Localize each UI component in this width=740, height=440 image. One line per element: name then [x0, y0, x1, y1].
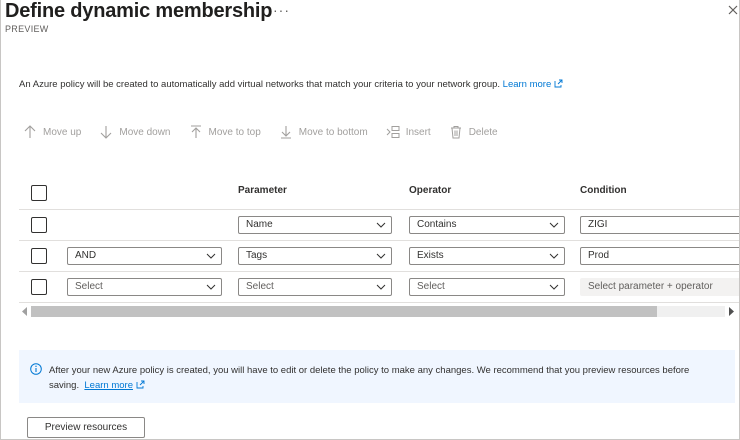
- delete-button[interactable]: Delete: [449, 125, 498, 139]
- info-icon: [30, 363, 42, 375]
- scroll-right-icon[interactable]: [728, 307, 734, 316]
- info-description: After your new Azure policy is created, …: [49, 365, 690, 391]
- condition-input: Select parameter + operator: [580, 278, 739, 296]
- info-learn-more-link[interactable]: Learn more: [82, 380, 145, 391]
- move-to-top-label: Move to top: [208, 126, 261, 138]
- chevron-down-icon: [549, 253, 559, 259]
- preview-label: PREVIEW: [5, 24, 49, 34]
- move-up-button[interactable]: Move up: [23, 125, 81, 139]
- arrow-to-top-icon: [190, 125, 201, 138]
- chevron-down-icon: [376, 222, 386, 228]
- info-learn-more-label: Learn more: [84, 380, 133, 391]
- parameter-dropdown[interactable]: Tags: [238, 247, 392, 265]
- more-options-button[interactable]: ···: [273, 2, 290, 18]
- external-link-icon: [136, 380, 145, 389]
- close-icon[interactable]: [727, 4, 739, 16]
- insert-label: Insert: [405, 126, 431, 138]
- intro-learn-more-label: Learn more: [502, 79, 552, 90]
- header-condition: Condition: [580, 185, 627, 196]
- condition-input[interactable]: Prod: [580, 247, 739, 265]
- parameter-dropdown[interactable]: Name: [238, 216, 392, 234]
- move-to-bottom-button[interactable]: Move to bottom: [279, 125, 368, 139]
- table-row: Name Contains ZIGI: [19, 210, 739, 241]
- arrow-down-icon: [100, 126, 112, 139]
- move-down-label: Move down: [119, 126, 171, 138]
- move-to-bottom-label: Move to bottom: [298, 126, 368, 138]
- move-down-button[interactable]: Move down: [99, 125, 171, 139]
- preview-resources-button[interactable]: Preview resources: [27, 417, 145, 438]
- info-text: After your new Azure policy is created, …: [49, 363, 719, 393]
- operator-dropdown[interactable]: Select: [409, 278, 565, 296]
- horizontal-scrollbar[interactable]: [19, 303, 737, 320]
- table-row: Select Select Select Select parameter + …: [19, 272, 739, 303]
- move-up-label: Move up: [43, 126, 82, 138]
- operator-dropdown[interactable]: Exists: [409, 247, 565, 265]
- intro-learn-more-link[interactable]: Learn more: [503, 79, 564, 90]
- arrow-up-icon: [24, 125, 36, 138]
- criteria-grid: Parameter Operator Condition Name Contai…: [19, 170, 739, 320]
- header-parameter: Parameter: [238, 185, 287, 196]
- chevron-down-icon: [206, 284, 216, 290]
- move-to-top-button[interactable]: Move to top: [189, 125, 261, 139]
- logic-dropdown[interactable]: Select: [67, 278, 222, 296]
- blade-frame: Define dynamic membership ··· PREVIEW An…: [0, 0, 740, 440]
- delete-label: Delete: [468, 126, 498, 138]
- condition-input[interactable]: ZIGI: [580, 216, 739, 234]
- parameter-value: Tags: [246, 250, 268, 261]
- operator-value: Contains: [417, 219, 457, 230]
- insert-row-icon: [386, 126, 400, 138]
- intro-text: An Azure policy will be created to autom…: [19, 79, 563, 90]
- select-all-checkbox[interactable]: [31, 185, 47, 201]
- row-checkbox[interactable]: [31, 217, 47, 233]
- operator-value: Exists: [417, 250, 444, 261]
- table-row: AND Tags Exists Prod: [19, 241, 739, 272]
- info-message-bar: After your new Azure policy is created, …: [19, 350, 735, 403]
- parameter-value: Name: [246, 219, 273, 230]
- logic-value: Select: [75, 281, 103, 292]
- grid-header: Parameter Operator Condition: [19, 170, 739, 210]
- operator-value: Select: [417, 281, 445, 292]
- row-checkbox[interactable]: [31, 279, 47, 295]
- logic-value: AND: [75, 250, 97, 261]
- chevron-down-icon: [376, 284, 386, 290]
- scroll-left-icon[interactable]: [22, 307, 28, 316]
- arrow-to-bottom-icon: [280, 126, 291, 139]
- toolbar: Move up Move down Move to top Move to bo…: [23, 122, 516, 142]
- intro-description: An Azure policy will be created to autom…: [19, 79, 501, 90]
- scrollbar-thumb[interactable]: [31, 306, 657, 317]
- external-link-icon: [554, 79, 563, 88]
- chevron-down-icon: [376, 253, 386, 259]
- chevron-down-icon: [549, 222, 559, 228]
- chevron-down-icon: [549, 284, 559, 290]
- header-operator: Operator: [409, 185, 452, 196]
- parameter-dropdown[interactable]: Select: [238, 278, 392, 296]
- operator-dropdown[interactable]: Contains: [409, 216, 565, 234]
- chevron-down-icon: [206, 253, 216, 259]
- trash-icon: [450, 126, 461, 139]
- parameter-value: Select: [246, 281, 274, 292]
- row-checkbox[interactable]: [31, 248, 47, 264]
- page-title: Define dynamic membership: [5, 0, 273, 22]
- insert-button[interactable]: Insert: [386, 125, 431, 139]
- logic-dropdown[interactable]: AND: [67, 247, 222, 265]
